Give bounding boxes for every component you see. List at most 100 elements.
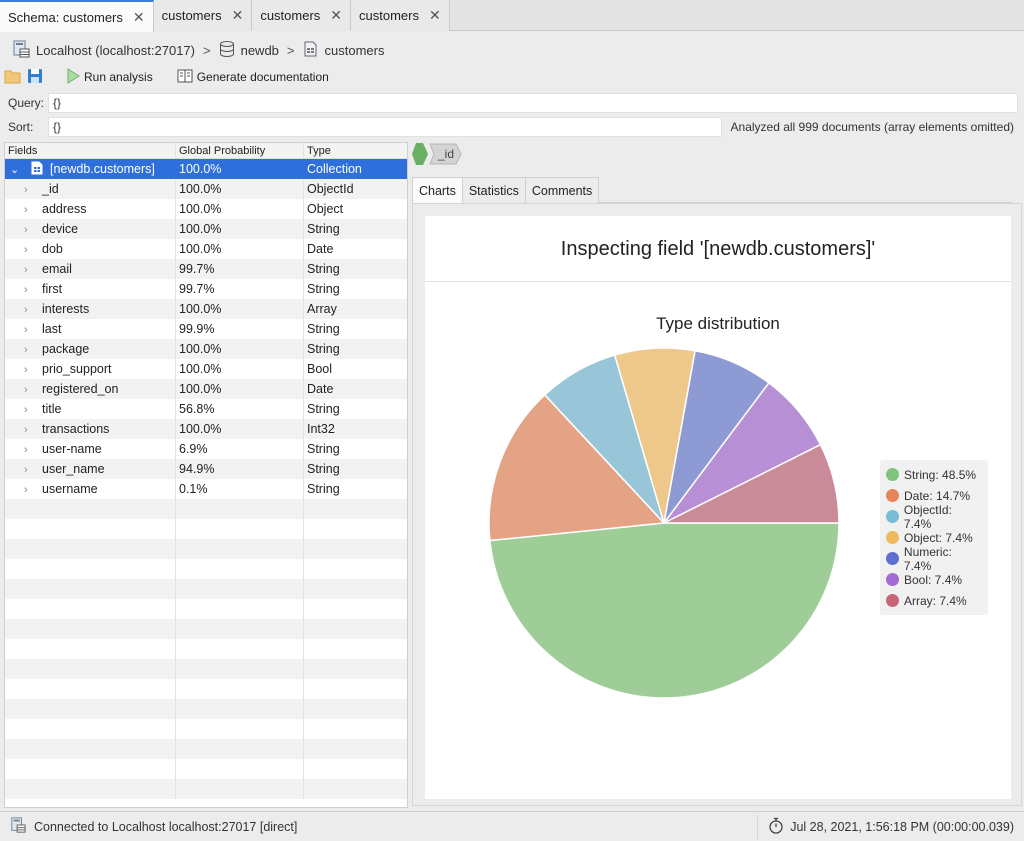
empty-cell (5, 599, 176, 619)
table-row[interactable]: › registered_on 100.0% Date (5, 379, 407, 399)
open-folder-icon[interactable] (4, 68, 22, 87)
legend-item-objectid[interactable]: ObjectId: 7.4% (886, 503, 982, 531)
table-row-root[interactable]: ⌄ [newdb.customers] 100.0% Collection (5, 159, 407, 179)
query-input[interactable] (48, 93, 1018, 113)
legend-item-numeric[interactable]: Numeric: 7.4% (886, 545, 982, 573)
tab-customers-1[interactable]: customers ✕ (153, 0, 253, 31)
empty-cell (176, 579, 304, 599)
chevron-right-icon[interactable]: › (24, 240, 38, 260)
chevron-right-icon[interactable]: › (24, 480, 38, 500)
table-row[interactable]: › username 0.1% String (5, 479, 407, 499)
field-name: email (42, 262, 72, 276)
table-row[interactable]: › user_name 94.9% String (5, 459, 407, 479)
legend-label: Numeric: 7.4% (903, 544, 952, 573)
field-cell: › package (5, 339, 176, 359)
legend-item-string[interactable]: String: 48.5% (886, 464, 982, 485)
tab-schema-customers[interactable]: Schema: customers ✕ (0, 0, 154, 32)
chevron-right-icon[interactable]: › (24, 220, 38, 240)
empty-cell (5, 659, 176, 679)
tab-customers-3[interactable]: customers ✕ (351, 0, 450, 31)
chevron-right-icon[interactable]: › (24, 420, 38, 440)
chevron-down-icon[interactable]: ⌄ (10, 160, 24, 180)
chevron-right-icon[interactable]: › (24, 180, 38, 200)
pie-slice-string[interactable] (489, 522, 840, 699)
probability-cell: 94.9% (176, 459, 304, 479)
chevron-right-icon: > (286, 42, 295, 58)
tab-customers-2[interactable]: customers ✕ (252, 0, 352, 31)
probability-cell: 100.0% (176, 339, 304, 359)
sort-input[interactable] (48, 117, 722, 137)
table-row[interactable]: › device 100.0% String (5, 219, 407, 239)
chevron-right-icon[interactable]: › (24, 320, 38, 340)
empty-cell (5, 779, 176, 799)
column-header-type[interactable]: Type (304, 143, 407, 158)
table-row[interactable]: › transactions 100.0% Int32 (5, 419, 407, 439)
chevron-right-icon[interactable]: › (24, 360, 38, 380)
empty-cell (5, 639, 176, 659)
table-row[interactable]: › email 99.7% String (5, 259, 407, 279)
empty-row (5, 519, 407, 539)
close-icon[interactable]: ✕ (429, 7, 441, 24)
table-row[interactable]: › first 99.7% String (5, 279, 407, 299)
probability-cell: 100.0% (176, 219, 304, 239)
empty-cell (176, 499, 304, 519)
close-icon[interactable]: ✕ (133, 9, 145, 26)
empty-row (5, 559, 407, 579)
tab-bar: Schema: customers ✕ customers ✕ customer… (0, 0, 1024, 32)
breadcrumb-database[interactable]: newdb (241, 43, 279, 58)
breadcrumb-collection[interactable]: customers (325, 43, 385, 58)
type-cell: Bool (307, 362, 333, 376)
close-icon[interactable]: ✕ (330, 7, 342, 24)
empty-cell (176, 739, 304, 759)
run-analysis-button[interactable]: Run analysis (62, 67, 157, 87)
empty-cell (176, 539, 304, 559)
empty-cell (176, 519, 304, 539)
field-cell: › interests (5, 299, 176, 319)
table-row[interactable]: › prio_support 100.0% Bool (5, 359, 407, 379)
table-row[interactable]: › dob 100.0% Date (5, 239, 407, 259)
breadcrumb-server[interactable]: Localhost (localhost:27017) (36, 43, 195, 58)
empty-cell (176, 759, 304, 779)
field-cell: › _id (5, 179, 176, 199)
generate-documentation-button[interactable]: Generate documentation (173, 69, 333, 86)
chevron-right-icon[interactable]: › (24, 400, 38, 420)
toolbar: Run analysis Generate documentation (4, 66, 333, 88)
legend-label: Bool: 7.4% (904, 572, 963, 587)
legend-item-array[interactable]: Array: 7.4% (886, 590, 982, 611)
legend-swatch (886, 552, 899, 565)
tab-charts[interactable]: Charts (412, 177, 463, 203)
field-path: _id (412, 143, 462, 165)
tab-statistics[interactable]: Statistics (461, 177, 526, 203)
table-row[interactable]: › title 56.8% String (5, 399, 407, 419)
close-icon[interactable]: ✕ (232, 7, 244, 24)
chevron-right-icon[interactable]: › (24, 260, 38, 280)
field-cell: › title (5, 399, 176, 419)
chevron-right-icon[interactable]: › (24, 460, 38, 480)
field-cell: › address (5, 199, 176, 219)
table-row[interactable]: › interests 100.0% Array (5, 299, 407, 319)
collection-icon (303, 41, 319, 60)
chevron-right-icon[interactable]: › (24, 380, 38, 400)
field-cell: ⌄ [newdb.customers] (5, 159, 176, 179)
field-cell: › prio_support (5, 359, 176, 379)
save-icon[interactable] (26, 68, 44, 87)
chevron-right-icon[interactable]: › (24, 300, 38, 320)
chevron-right-icon[interactable]: › (24, 340, 38, 360)
query-label: Query: (8, 96, 45, 110)
table-row[interactable]: › last 99.9% String (5, 319, 407, 339)
table-row[interactable]: › user-name 6.9% String (5, 439, 407, 459)
column-header-probability[interactable]: Global Probability (176, 143, 304, 158)
table-row[interactable]: › _id 100.0% ObjectId (5, 179, 407, 199)
empty-cell (5, 679, 176, 699)
column-header-fields[interactable]: Fields (5, 143, 176, 158)
table-row[interactable]: › package 100.0% String (5, 339, 407, 359)
chevron-right-icon[interactable]: › (24, 440, 38, 460)
field-cell: › email (5, 259, 176, 279)
legend-label: Array: 7.4% (904, 593, 967, 608)
tab-comments[interactable]: Comments (524, 177, 600, 203)
chevron-right-icon[interactable]: › (24, 200, 38, 220)
run-analysis-label: Run analysis (84, 70, 153, 84)
root-path-segment[interactable] (412, 143, 428, 165)
table-row[interactable]: › address 100.0% Object (5, 199, 407, 219)
chevron-right-icon[interactable]: › (24, 280, 38, 300)
